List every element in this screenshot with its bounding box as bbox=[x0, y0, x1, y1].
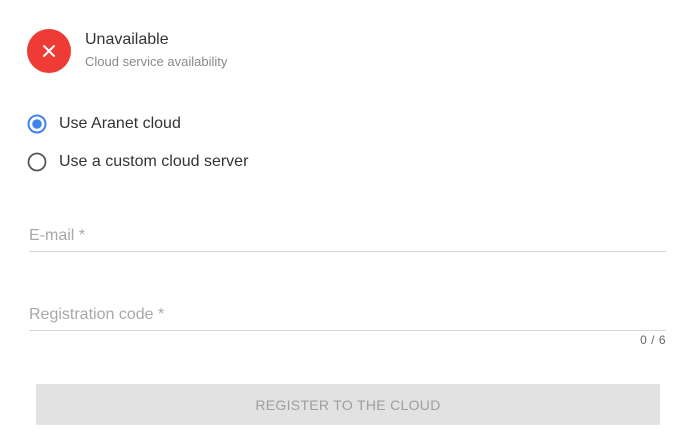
registration-code-field-container bbox=[29, 301, 666, 331]
email-field[interactable] bbox=[29, 222, 666, 252]
cloud-registration-panel: Unavailable Cloud service availability U… bbox=[0, 0, 674, 440]
radio-option-custom-cloud-server[interactable]: Use a custom cloud server bbox=[27, 151, 248, 173]
unavailable-status-icon bbox=[27, 29, 71, 73]
status-text: Unavailable Cloud service availability bbox=[85, 30, 227, 71]
status-subtitle: Cloud service availability bbox=[85, 54, 228, 69]
radio-option-aranet-cloud[interactable]: Use Aranet cloud bbox=[27, 113, 248, 135]
cloud-status: Unavailable Cloud service availability bbox=[27, 29, 227, 73]
radio-label-aranet-cloud[interactable]: Use Aranet cloud bbox=[59, 115, 181, 133]
status-title: Unavailable bbox=[85, 31, 169, 48]
registration-code-counter: 0 / 6 bbox=[640, 333, 666, 347]
email-field-container bbox=[29, 222, 666, 252]
registration-code-field[interactable] bbox=[29, 301, 666, 331]
radio-checked-icon[interactable] bbox=[27, 114, 47, 134]
register-to-cloud-button[interactable]: REGISTER TO THE CLOUD bbox=[36, 384, 660, 425]
close-icon bbox=[43, 45, 55, 57]
radio-unchecked-icon[interactable] bbox=[27, 152, 47, 172]
radio-label-custom-cloud-server[interactable]: Use a custom cloud server bbox=[59, 153, 248, 171]
cloud-type-radio-group: Use Aranet cloud Use a custom cloud serv… bbox=[27, 113, 248, 189]
